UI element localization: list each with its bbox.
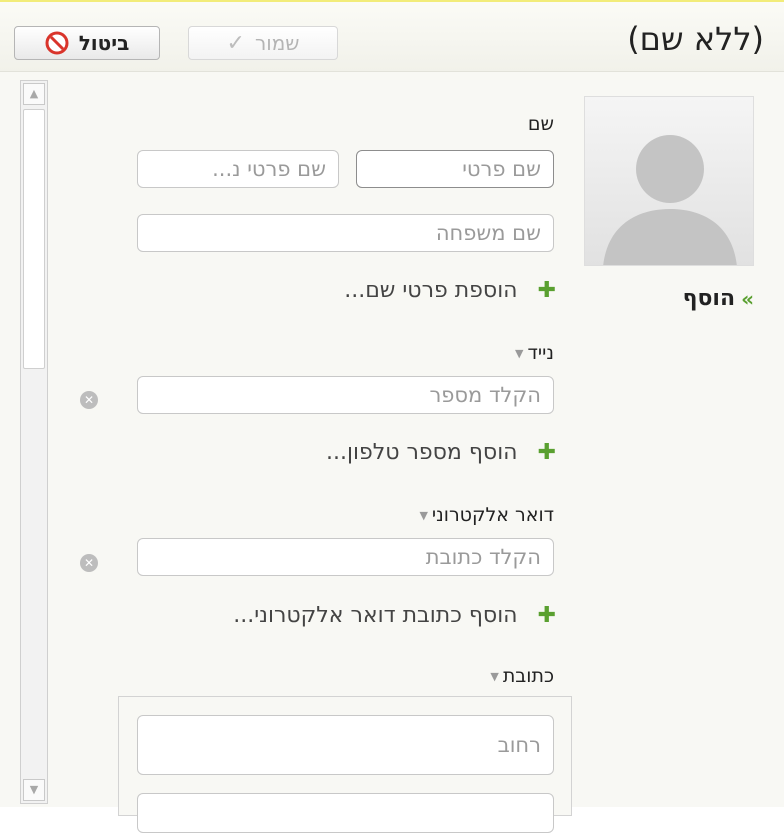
save-button[interactable]: שמור ✓ <box>188 26 338 60</box>
remove-email-icon[interactable]: ✕ <box>80 554 98 572</box>
phone-number-input[interactable]: הקלד מספר <box>137 376 554 414</box>
contact-title: (ללא שם) <box>627 20 764 58</box>
name-section-label: שם <box>527 113 554 135</box>
add-phone-label: הוסף מספר טלפון... <box>326 440 518 465</box>
dropdown-arrow-icon: ▼ <box>515 346 524 360</box>
plus-icon: ✚ <box>537 603 556 628</box>
scroll-down-arrow-icon[interactable]: ▼ <box>23 779 45 801</box>
email-type-dropdown[interactable]: דואר אלקטרוני ▼ <box>419 504 554 526</box>
add-email-label: הוסף כתובת דואר אלקטרוני... <box>233 603 518 628</box>
email-type-label: דואר אלקטרוני <box>431 504 554 526</box>
save-label: שמור <box>254 31 300 55</box>
add-name-details-label: הוספת פרטי שם... <box>344 278 518 303</box>
cancel-label: ביטול <box>78 31 130 55</box>
double-chevron-icon: » <box>741 286 754 311</box>
middle-name-input[interactable]: שם פרטי נ... <box>137 150 339 188</box>
dropdown-arrow-icon: ▼ <box>419 508 428 522</box>
street-input[interactable]: רחוב <box>137 715 554 775</box>
add-phone-link[interactable]: ✚ הוסף מספר טלפון... <box>326 440 556 465</box>
add-name-details-link[interactable]: ✚ הוספת פרטי שם... <box>344 278 556 303</box>
address-type-dropdown[interactable]: כתובת ▼ <box>490 665 554 687</box>
plus-icon: ✚ <box>537 440 556 465</box>
phone-type-label: נייד <box>527 342 554 364</box>
address-type-label: כתובת <box>502 665 554 687</box>
add-photo-link[interactable]: » הוסף <box>683 286 754 311</box>
cancel-button[interactable]: ביטול <box>14 26 160 60</box>
scroll-thumb[interactable] <box>23 109 45 369</box>
vertical-scrollbar[interactable]: ▲ ▼ <box>20 80 48 804</box>
toolbar: (ללא שם) שמור ✓ ביטול <box>0 0 784 72</box>
plus-icon: ✚ <box>537 278 556 303</box>
checkmark-icon: ✓ <box>226 30 245 56</box>
contact-photo-placeholder[interactable] <box>584 96 754 266</box>
scroll-up-arrow-icon[interactable]: ▲ <box>23 83 45 105</box>
dropdown-arrow-icon: ▼ <box>490 669 499 683</box>
add-link-label: הוסף <box>682 286 736 311</box>
phone-type-dropdown[interactable]: נייד ▼ <box>515 342 554 364</box>
last-name-input[interactable]: שם משפחה <box>137 214 554 252</box>
email-address-input[interactable]: הקלד כתובת <box>137 538 554 576</box>
person-silhouette-icon <box>603 135 737 265</box>
first-name-input[interactable]: שם פרטי <box>356 150 554 188</box>
add-email-link[interactable]: ✚ הוסף כתובת דואר אלקטרוני... <box>233 603 556 628</box>
cancel-icon <box>45 31 69 55</box>
address-line-input[interactable] <box>137 793 554 833</box>
remove-phone-icon[interactable]: ✕ <box>80 391 98 409</box>
